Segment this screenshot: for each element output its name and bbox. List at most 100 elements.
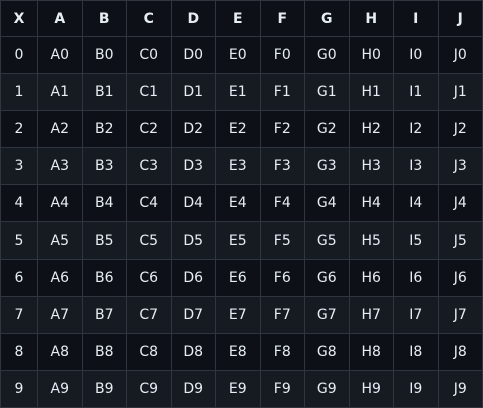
table-cell: C2: [126, 110, 172, 149]
row-index-cell: 8: [0, 332, 38, 371]
table-cell: B4: [81, 184, 127, 223]
column-header-a: A: [37, 0, 83, 37]
table-cell: F4: [259, 184, 305, 223]
table-cell: D5: [170, 221, 216, 260]
table-cell: B3: [81, 147, 127, 186]
table-cell: H4: [348, 184, 394, 223]
table-header: XABCDEFGHIJ: [0, 0, 483, 37]
table-row: 7 A7 B7 C7 D7 E7 F7 G7 H7 I7 J7: [0, 295, 483, 334]
table-cell: A8: [37, 332, 83, 371]
table-cell: C9: [126, 369, 172, 408]
data-grid: XABCDEFGHIJ 0 A0 B0 C0 D0 E0 F0 G0 H0 I0 J0 1 A1 B1 C1…: [0, 0, 483, 408]
table-row: 0 A0 B0 C0 D0 E0 F0 G0 H0 I0 J0: [0, 35, 483, 75]
table-cell: J3: [437, 147, 483, 186]
table-cell: D1: [170, 73, 216, 112]
table-cell: A1: [37, 73, 83, 112]
table-cell: G0: [304, 35, 350, 75]
table-cell: G4: [304, 184, 350, 223]
table-cell: E4: [215, 184, 261, 223]
table-row: 2 A2 B2 C2 D2 E2 F2 G2 H2 I2 J2: [0, 110, 483, 149]
row-index-cell: 5: [0, 221, 38, 260]
table-row: 3 A3 B3 C3 D3 E3 F3 G3 H3 I3 J3: [0, 147, 483, 186]
table-cell: F1: [259, 73, 305, 112]
table-cell: J8: [437, 332, 483, 371]
table-cell: J7: [437, 295, 483, 334]
column-header-f: F: [259, 0, 305, 37]
table-cell: E9: [215, 369, 261, 408]
row-index-cell: 6: [0, 258, 38, 297]
table-cell: H5: [348, 221, 394, 260]
row-index-cell: 9: [0, 369, 38, 408]
table-cell: D0: [170, 35, 216, 75]
table-cell: E1: [215, 73, 261, 112]
table-cell: C7: [126, 295, 172, 334]
table-cell: I2: [393, 110, 439, 149]
table-cell: C4: [126, 184, 172, 223]
table-cell: C3: [126, 147, 172, 186]
table-cell: G1: [304, 73, 350, 112]
table-cell: I0: [393, 35, 439, 75]
table-cell: G7: [304, 295, 350, 334]
table-cell: A3: [37, 147, 83, 186]
table-cell: B6: [81, 258, 127, 297]
table-cell: F9: [259, 369, 305, 408]
table-cell: A5: [37, 221, 83, 260]
table-row: 1 A1 B1 C1 D1 E1 F1 G1 H1 I1 J1: [0, 73, 483, 112]
table-cell: I7: [393, 295, 439, 334]
column-header-i: I: [393, 0, 439, 37]
column-header-x: X: [0, 0, 38, 37]
table-cell: F3: [259, 147, 305, 186]
table-cell: B8: [81, 332, 127, 371]
table-cell: B7: [81, 295, 127, 334]
table-cell: J6: [437, 258, 483, 297]
table-cell: H2: [348, 110, 394, 149]
row-index-cell: 3: [0, 147, 38, 186]
table-cell: E0: [215, 35, 261, 75]
data-table: XABCDEFGHIJ 0 A0 B0 C0 D0 E0 F0 G0 H0 I0 J0 1 A1 B1 C1…: [0, 0, 483, 408]
column-header-j: J: [437, 0, 483, 37]
table-row: 4 A4 B4 C4 D4 E4 F4 G4 H4 I4 J4: [0, 184, 483, 223]
table-row: 8 A8 B8 C8 D8 E8 F8 G8 H8 I8 J8: [0, 332, 483, 371]
table-cell: H0: [348, 35, 394, 75]
table-row: 9 A9 B9 C9 D9 E9 F9 G9 H9 I9 J9: [0, 369, 483, 408]
table-cell: E5: [215, 221, 261, 260]
table-cell: C5: [126, 221, 172, 260]
table-cell: I6: [393, 258, 439, 297]
table-cell: G2: [304, 110, 350, 149]
table-cell: D6: [170, 258, 216, 297]
table-cell: C6: [126, 258, 172, 297]
column-header-b: B: [81, 0, 127, 37]
table-cell: C8: [126, 332, 172, 371]
table-cell: D3: [170, 147, 216, 186]
table-cell: D9: [170, 369, 216, 408]
table-cell: F5: [259, 221, 305, 260]
table-cell: F0: [259, 35, 305, 75]
table-cell: B1: [81, 73, 127, 112]
table-cell: G9: [304, 369, 350, 408]
table-cell: D7: [170, 295, 216, 334]
table-cell: J9: [437, 369, 483, 408]
table-row: 5 A5 B5 C5 D5 E5 F5 G5 H5 I5 J5: [0, 221, 483, 260]
table-cell: G5: [304, 221, 350, 260]
table-cell: H8: [348, 332, 394, 371]
table-cell: I5: [393, 221, 439, 260]
table-cell: H7: [348, 295, 394, 334]
table-cell: D2: [170, 110, 216, 149]
table-cell: J5: [437, 221, 483, 260]
column-header-d: D: [170, 0, 216, 37]
table-cell: E3: [215, 147, 261, 186]
row-index-cell: 7: [0, 295, 38, 334]
table-cell: A0: [37, 35, 83, 75]
table-cell: G8: [304, 332, 350, 371]
table-cell: H3: [348, 147, 394, 186]
row-index-cell: 2: [0, 110, 38, 149]
table-cell: B9: [81, 369, 127, 408]
table-cell: H9: [348, 369, 394, 408]
table-cell: D4: [170, 184, 216, 223]
table-cell: A4: [37, 184, 83, 223]
table-cell: I8: [393, 332, 439, 371]
table-cell: B5: [81, 221, 127, 260]
table-cell: F8: [259, 332, 305, 371]
table-cell: F6: [259, 258, 305, 297]
table-cell: H1: [348, 73, 394, 112]
